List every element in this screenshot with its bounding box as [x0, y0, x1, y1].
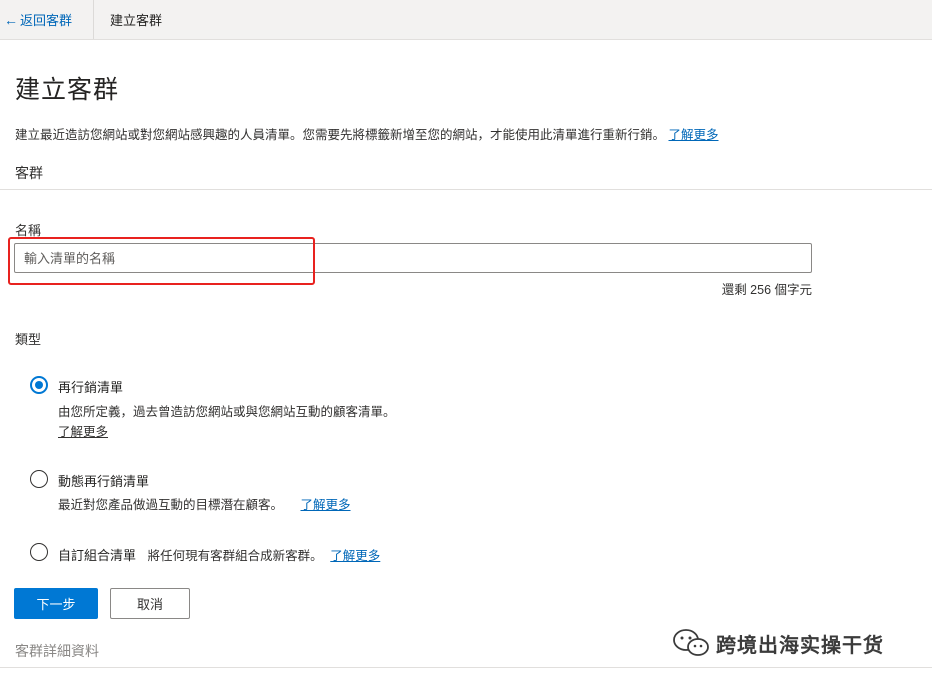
- type-label: 類型: [15, 332, 42, 347]
- radio-dynamic-remarketing-list[interactable]: [30, 470, 48, 488]
- next-button[interactable]: 下一步: [14, 588, 98, 619]
- breadcrumb-current: 建立客群: [110, 13, 163, 28]
- character-counter: 還剩 256 個字元: [721, 283, 812, 297]
- back-to-audiences-link[interactable]: ← 返回客群: [4, 10, 72, 29]
- option-row-dynamic: 最近對您產品做過互動的目標潛在顧客。 了解更多: [58, 494, 351, 513]
- learn-more-link[interactable]: 了解更多: [669, 128, 719, 142]
- option-title-dynamic: 動態再行銷清單: [58, 474, 150, 489]
- radio-remarketing-list[interactable]: [30, 376, 48, 394]
- option-description-remarketing: 由您所定義，過去曾造訪您網站或與您網站互動的顧客清單。: [58, 405, 396, 419]
- learn-more-link-dynamic[interactable]: 了解更多: [301, 498, 351, 512]
- radio-custom-combination-list[interactable]: [30, 543, 48, 561]
- section-divider-bottom: [0, 667, 932, 668]
- description-text: 建立最近造訪您網站或對您網站感興趣的人員清單。您需要先將標籤新增至您的網站，才能…: [15, 128, 666, 142]
- option-row-custom: 自訂組合清單 將任何現有客群組合成新客群。 了解更多: [58, 545, 380, 564]
- top-bar: ← 返回客群 建立客群: [0, 0, 932, 40]
- name-label: 名稱: [15, 223, 42, 238]
- watermark: 跨境出海实操干货: [672, 628, 884, 658]
- option-title-remarketing: 再行銷清單: [58, 380, 124, 395]
- cancel-button[interactable]: 取消: [110, 588, 190, 619]
- page-description: 建立最近造訪您網站或對您網站感興趣的人員清單。您需要先將標籤新增至您的網站，才能…: [15, 124, 719, 143]
- watermark-text: 跨境出海实操干货: [716, 634, 884, 657]
- arrow-left-icon: ←: [4, 11, 18, 28]
- learn-more-link-custom[interactable]: 了解更多: [330, 549, 380, 563]
- section-divider: [0, 189, 932, 190]
- wechat-icon: [673, 629, 709, 656]
- topbar-divider: [93, 0, 94, 39]
- name-input[interactable]: [14, 243, 812, 273]
- learn-more-link-remarketing[interactable]: 了解更多: [58, 421, 108, 440]
- page-title: 建立客群: [15, 76, 120, 104]
- section-label-audience-details: 客群詳細資料: [15, 643, 99, 659]
- option-title-custom: 自訂組合清單: [58, 548, 137, 563]
- option-description-dynamic: 最近對您產品做過互動的目標潛在顧客。: [58, 498, 284, 512]
- option-description-custom: 將任何現有客群組合成新客群。: [147, 549, 323, 563]
- section-label-audience: 客群: [15, 165, 43, 181]
- back-link-label: 返回客群: [20, 13, 73, 28]
